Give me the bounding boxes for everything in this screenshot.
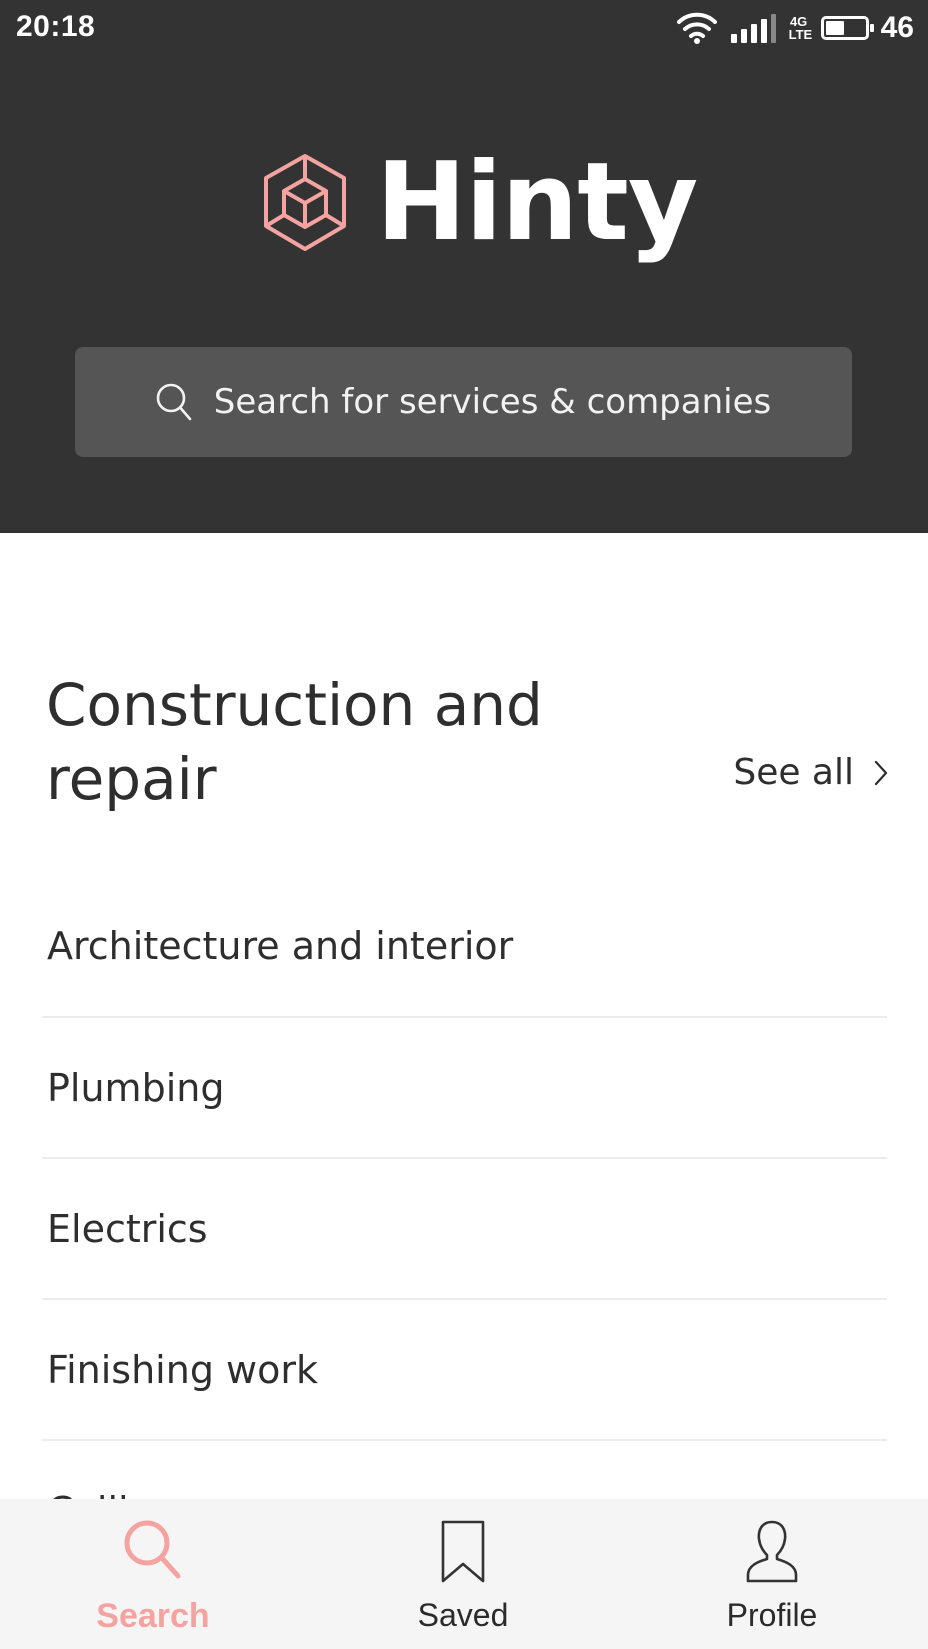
- list-item[interactable]: Finishing work: [42, 1300, 887, 1441]
- list-item-label: Plumbing: [47, 1065, 225, 1110]
- bookmark-icon: [440, 1519, 486, 1591]
- list-item-label: Electrics: [47, 1206, 208, 1251]
- section-title-line2: repair: [46, 745, 217, 813]
- list-item[interactable]: Plumbing: [42, 1018, 887, 1159]
- search-icon: [122, 1519, 184, 1591]
- tab-saved[interactable]: Saved: [343, 1499, 583, 1649]
- battery-fill: [825, 21, 844, 35]
- battery-body: [820, 16, 874, 40]
- tab-saved-label: Saved: [417, 1597, 509, 1633]
- search-icon: [156, 383, 192, 421]
- section-title-line1: Construction and: [46, 671, 543, 739]
- status-icons: 4G LTE 46: [676, 8, 914, 48]
- brand-logo: Hinty: [262, 140, 698, 265]
- status-time: 20:18: [16, 10, 96, 43]
- list-item[interactable]: Electrics: [42, 1159, 887, 1300]
- network-icon: 4G LTE: [788, 15, 813, 42]
- battery-icon: 46: [820, 11, 914, 45]
- list-item-label: Architecture and interior: [47, 924, 514, 968]
- section-title: Construction and repair: [46, 668, 606, 816]
- see-all-label: See all: [733, 752, 854, 793]
- signal-icon: [729, 12, 777, 44]
- chevron-right-icon: [874, 760, 888, 786]
- see-all-link[interactable]: See all: [733, 752, 888, 793]
- cube-hexagon-logo-icon: [262, 153, 348, 253]
- network-subtype: LTE: [788, 27, 813, 42]
- tab-profile[interactable]: Profile: [652, 1499, 892, 1649]
- battery-level: 46: [880, 11, 914, 44]
- status-bar: 20:18 4G LTE 46: [0, 0, 928, 56]
- brand-name: Hinty: [376, 140, 698, 265]
- tab-search[interactable]: Search: [33, 1499, 273, 1649]
- search-input[interactable]: Search for services & companies: [75, 347, 852, 457]
- tab-search-label: Search: [96, 1597, 210, 1635]
- tab-profile-label: Profile: [726, 1597, 818, 1633]
- wifi-icon: [676, 11, 717, 45]
- list-item-label: Finishing work: [47, 1347, 318, 1392]
- search-placeholder: Search for services & companies: [213, 382, 772, 422]
- person-icon: [745, 1519, 799, 1591]
- category-list: Architecture and interior Plumbing Elect…: [42, 876, 887, 1582]
- app-header: 20:18 4G LTE 46 Hinty Search for service…: [0, 0, 928, 533]
- bottom-navigation: Search Saved Profile: [0, 1499, 928, 1649]
- list-item[interactable]: Architecture and interior: [42, 876, 887, 1018]
